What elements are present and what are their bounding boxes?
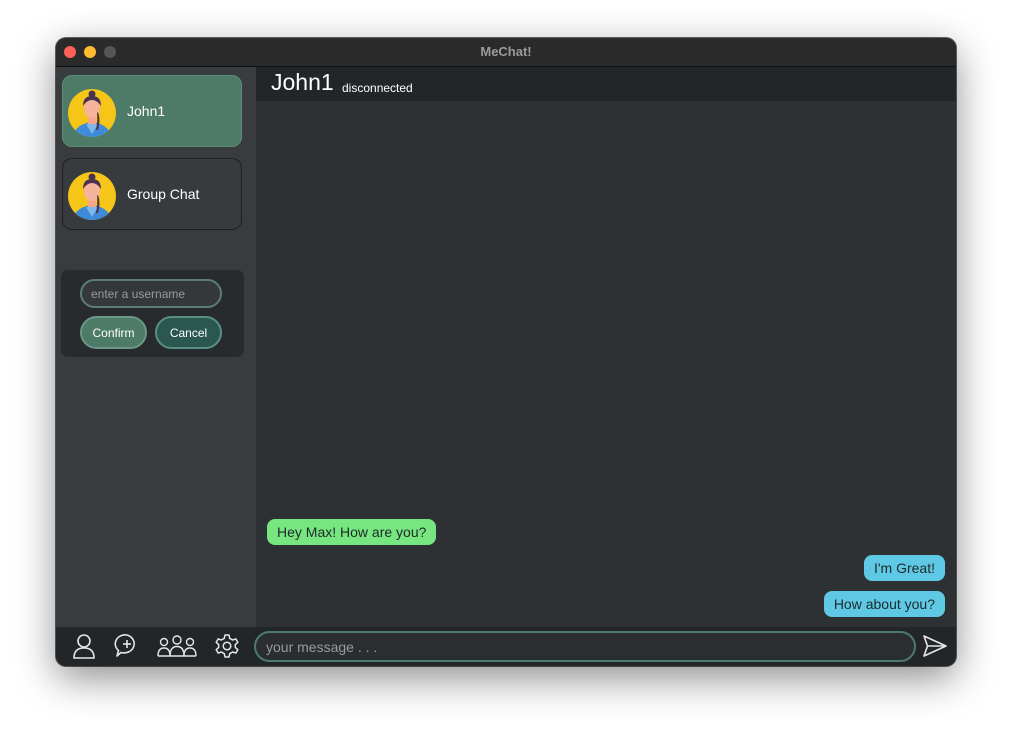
sidebar: John1 Group Chat Confirm C	[56, 67, 256, 627]
new-chat-icon[interactable]	[113, 632, 141, 660]
chat-header: John1 disconnected	[256, 67, 956, 101]
contact-name: Group Chat	[127, 186, 200, 202]
contact-name: John1	[127, 103, 166, 119]
connection-status: disconnected	[342, 81, 413, 95]
cancel-button[interactable]: Cancel	[155, 316, 222, 349]
group-icon[interactable]	[157, 632, 197, 660]
window-title: MeChat!	[480, 44, 532, 59]
user-icon[interactable]	[71, 632, 97, 660]
send-icon[interactable]	[922, 634, 948, 658]
settings-icon[interactable]	[214, 632, 240, 660]
message-bubble-incoming: Hey Max! How are you?	[267, 519, 437, 545]
message-list: Hey Max! How are you? I'm Great! How abo…	[256, 101, 956, 627]
message-bubble-outgoing: How about you?	[823, 591, 945, 617]
username-input[interactable]	[80, 279, 222, 308]
chat-title: John1	[271, 69, 334, 95]
user-avatar-icon	[68, 89, 116, 137]
confirm-button[interactable]: Confirm	[80, 316, 147, 349]
contact-item-john1[interactable]: John1	[62, 75, 242, 147]
add-user-panel: Confirm Cancel	[61, 270, 244, 357]
contact-item-group-chat[interactable]: Group Chat	[62, 158, 242, 230]
bottom-bar	[56, 627, 956, 666]
app-window: MeChat! John1 Group Chat enter a usernam…	[56, 38, 956, 666]
user-avatar-icon	[68, 172, 116, 220]
title-bar: MeChat!	[56, 38, 956, 67]
message-bubble-outgoing: I'm Great!	[863, 555, 945, 581]
message-input[interactable]	[254, 631, 916, 662]
